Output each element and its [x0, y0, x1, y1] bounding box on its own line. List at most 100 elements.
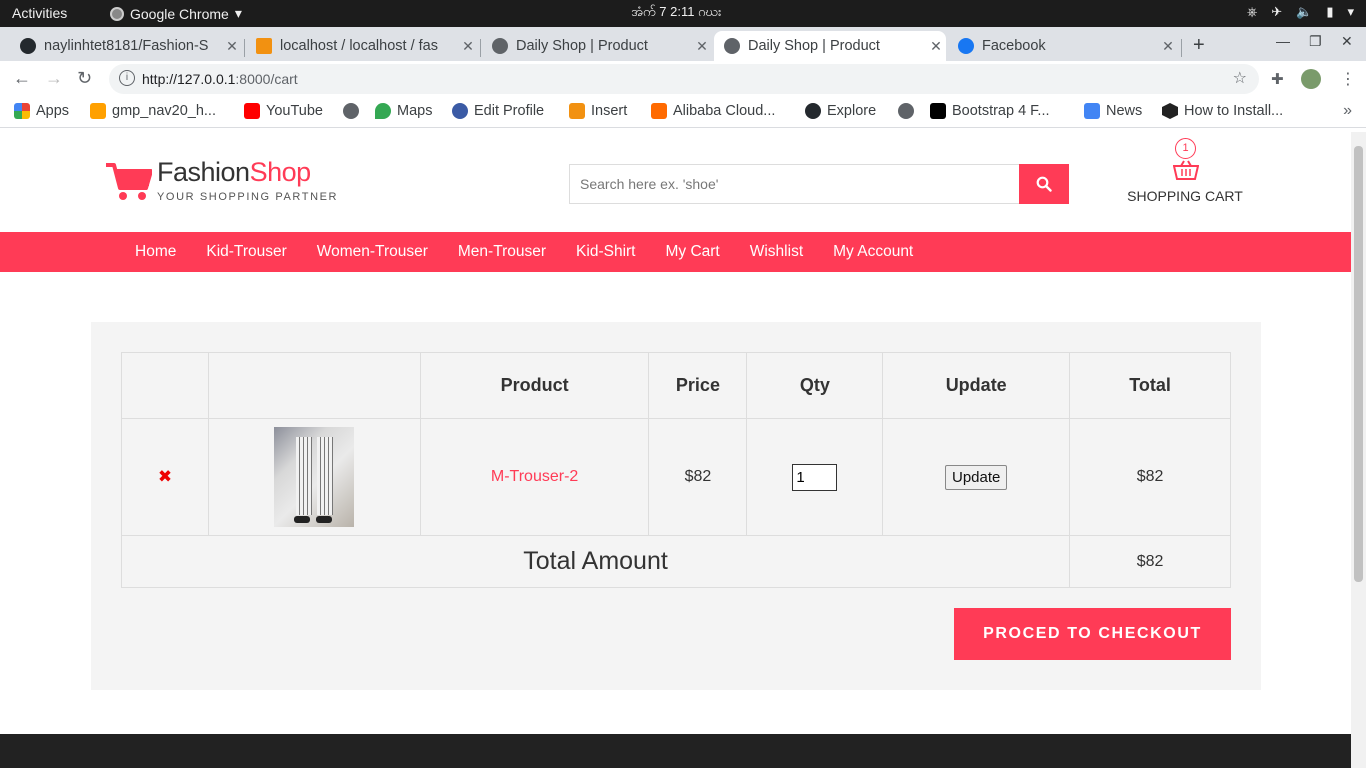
activities-button[interactable]: Activities — [12, 5, 67, 21]
header-product: Product — [419, 352, 650, 419]
scrollbar-thumb[interactable] — [1354, 146, 1363, 582]
clock[interactable]: အံက် 7 2:11 ဂဃး — [631, 4, 721, 23]
bookmark-youtube[interactable]: YouTube — [244, 103, 323, 119]
bookmark-how-to-install[interactable]: How to Install... — [1162, 103, 1283, 119]
chevron-double-right-icon[interactable]: » — [1343, 102, 1352, 120]
globe-icon — [492, 38, 508, 54]
reload-icon[interactable]: ↻ — [77, 68, 92, 89]
chevron-down-icon: ▾ — [234, 5, 242, 21]
cart-section: Product Price Qty Update Total ✖ M-Trous… — [91, 322, 1261, 690]
update-button[interactable]: Update — [945, 464, 1008, 490]
table-row: ✖ M-Trouser-2 $82 Update $82 — [121, 418, 1231, 536]
avatar[interactable] — [1301, 69, 1321, 89]
forward-arrow-icon[interactable]: → — [45, 68, 63, 89]
search-input[interactable] — [569, 164, 1020, 204]
alibaba-icon — [651, 103, 667, 119]
bookmark-gmp[interactable]: gmp_nav20_h... — [90, 103, 216, 119]
bookmark-explore[interactable]: Explore — [805, 103, 876, 119]
nav-women-trouser[interactable]: Women-Trouser — [302, 232, 443, 272]
bookmark-label: YouTube — [266, 103, 323, 119]
remove-cell: ✖ — [121, 418, 209, 536]
tab-github[interactable]: naylinhtet8181/Fashion-S ✕ — [10, 31, 242, 61]
bookmark-globe-2[interactable] — [898, 103, 914, 119]
app-menu[interactable]: Google Chrome ▾ — [110, 5, 242, 22]
nav-home[interactable]: Home — [120, 232, 191, 272]
tab-daily-shop-1[interactable]: Daily Shop | Product ✕ — [482, 31, 712, 61]
total-label-cell: Total Amount — [120, 535, 1071, 588]
maximize-icon[interactable]: ❐ — [1309, 33, 1322, 50]
product-thumbnail[interactable] — [274, 427, 355, 527]
tab-title: localhost / localhost / fas — [280, 38, 438, 54]
header-image — [207, 352, 421, 419]
bookmark-label: Apps — [36, 103, 70, 119]
bookmark-edit-profile[interactable]: Edit Profile — [452, 103, 544, 119]
airplane-icon: ✈ — [1271, 4, 1283, 19]
nav-my-account[interactable]: My Account — [818, 232, 928, 272]
app-name: Google Chrome — [130, 5, 229, 22]
bookmark-apps[interactable]: Apps — [14, 103, 69, 119]
tab-strip: naylinhtet8181/Fashion-S ✕ localhost / l… — [0, 27, 1366, 61]
new-tab-button[interactable]: + — [1193, 34, 1205, 57]
profile-icon — [452, 103, 468, 119]
product-link[interactable]: M-Trouser-2 — [491, 468, 578, 485]
close-icon[interactable]: ✕ — [458, 38, 478, 55]
chrome-icon — [110, 6, 124, 21]
medium-icon — [930, 103, 946, 119]
system-tray[interactable]: ⎈ ✈ 🔈 ▮ ▾ — [1247, 4, 1354, 20]
youtube-icon — [244, 103, 260, 119]
cart-header-row: Product Price Qty Update Total — [121, 352, 1231, 419]
nav-my-cart[interactable]: My Cart — [650, 232, 734, 272]
bookmark-alibaba[interactable]: Alibaba Cloud... — [651, 103, 775, 119]
remove-item-icon[interactable]: ✖ — [158, 467, 172, 486]
search-button[interactable] — [1019, 164, 1069, 204]
back-arrow-icon[interactable]: ← — [13, 68, 31, 89]
close-icon[interactable]: ✕ — [1158, 38, 1178, 55]
close-icon[interactable]: ✕ — [692, 38, 712, 55]
tab-phpmyadmin[interactable]: localhost / localhost / fas ✕ — [246, 31, 478, 61]
info-icon[interactable]: i — [119, 70, 135, 86]
window-close-icon[interactable]: ✕ — [1341, 33, 1353, 50]
network-icon: ⎈ — [1246, 4, 1258, 19]
tab-daily-shop-active[interactable]: Daily Shop | Product ✕ — [714, 31, 946, 61]
brand-part-2: Shop — [249, 157, 312, 187]
header-update: Update — [882, 352, 1071, 419]
site-logo[interactable]: FashionShop YOUR SHOPPING PARTNER — [104, 157, 354, 208]
minimize-icon[interactable]: — — [1276, 33, 1290, 49]
page-scrollbar[interactable] — [1351, 132, 1366, 768]
nav-men-trouser[interactable]: Men-Trouser — [443, 232, 561, 272]
apps-grid-icon — [14, 103, 30, 119]
quantity-input[interactable] — [792, 463, 838, 491]
cart-table: Product Price Qty Update Total ✖ M-Trous… — [120, 352, 1231, 588]
header-remove — [121, 352, 209, 419]
phpmyadmin-icon — [569, 103, 585, 119]
bookmark-news[interactable]: News — [1084, 103, 1142, 119]
firebase-icon — [90, 103, 106, 119]
nav-wishlist[interactable]: Wishlist — [735, 232, 818, 272]
close-icon[interactable]: ✕ — [926, 38, 946, 55]
close-icon[interactable]: ✕ — [222, 38, 242, 55]
product-cell: M-Trouser-2 — [419, 418, 650, 536]
bookmark-bootstrap[interactable]: Bootstrap 4 F... — [930, 103, 1050, 119]
image-cell — [207, 418, 421, 536]
bookmarks-bar: Apps gmp_nav20_h... YouTube Maps Edit Pr… — [0, 97, 1366, 128]
bookmark-label: Maps — [397, 103, 433, 119]
github-icon — [20, 38, 36, 54]
tab-title: naylinhtet8181/Fashion-S — [44, 38, 209, 54]
bookmark-label: gmp_nav20_h... — [112, 103, 216, 119]
extensions-puzzle-icon[interactable]: ✚ — [1271, 70, 1284, 88]
mini-cart[interactable]: 1 SHOPPING CART — [1120, 136, 1250, 206]
tab-facebook[interactable]: Facebook ✕ — [948, 31, 1178, 61]
bookmark-label: Edit Profile — [474, 103, 545, 119]
bookmark-star-icon[interactable]: ☆ — [1233, 68, 1247, 88]
url-path: :8000/cart — [235, 71, 298, 87]
bookmark-maps[interactable]: Maps — [375, 103, 432, 119]
checkout-button[interactable]: PROCED TO CHECKOUT — [954, 608, 1231, 660]
search-form — [569, 164, 1069, 204]
nav-kid-trouser[interactable]: Kid-Trouser — [191, 232, 301, 272]
nav-kid-shirt[interactable]: Kid-Shirt — [561, 232, 650, 272]
more-menu-icon[interactable]: ⋮ — [1340, 69, 1356, 89]
bookmark-insert[interactable]: Insert — [569, 103, 627, 119]
address-bar[interactable]: i http://127.0.0.1:8000/cart ☆ — [109, 64, 1259, 94]
bookmark-globe[interactable] — [343, 103, 359, 119]
bookmark-label: Insert — [591, 103, 628, 119]
